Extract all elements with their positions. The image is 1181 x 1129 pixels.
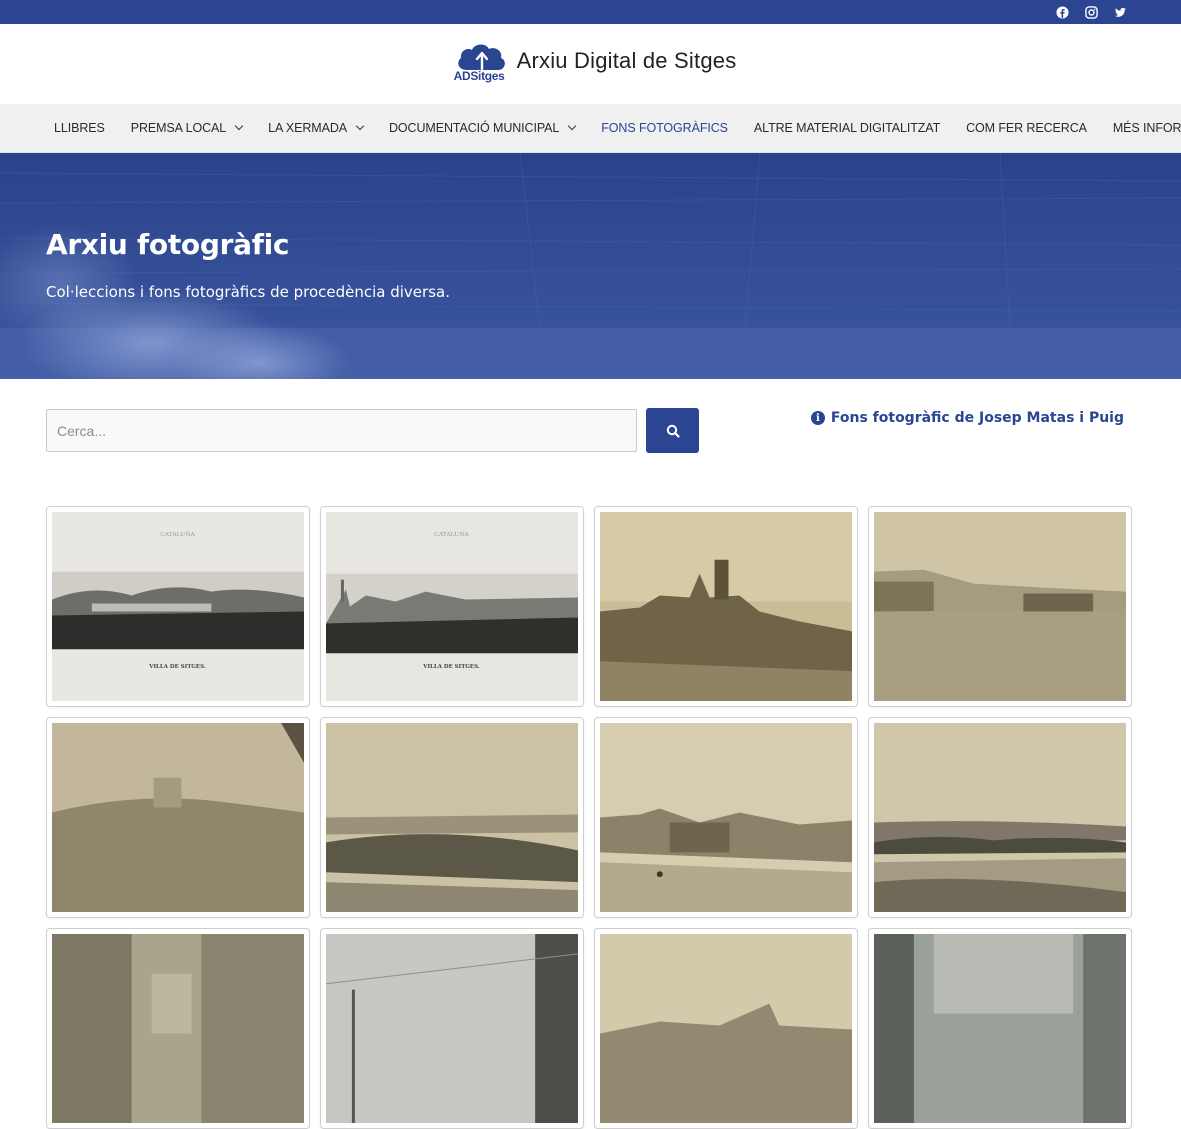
nav-item-label: LLIBRES [54, 121, 105, 135]
gallery-item[interactable] [594, 506, 858, 707]
nav-item-label: FONS FOTOGRÀFICS [601, 121, 728, 135]
chevron-down-icon [568, 121, 577, 131]
nav-item-label: MÉS INFORMACIÓ [1112, 121, 1181, 135]
twitter-icon[interactable] [1114, 6, 1127, 19]
logo-subtitle: ADSitges [453, 69, 505, 83]
gallery-item[interactable] [594, 717, 858, 918]
gallery-item[interactable] [46, 717, 310, 918]
chevron-down-icon [355, 121, 365, 131]
photo-caption: CATALUÑA [160, 530, 195, 538]
nav-item-label: LA XERMADA [268, 121, 347, 135]
photo-footer: VILLA DE SITGES. [148, 664, 206, 670]
top-bar [0, 0, 1181, 24]
main-nav: LLIBRES PREMSA LOCAL LA XERMADA DOCUMENT… [0, 104, 1181, 153]
gallery-photo [52, 723, 304, 912]
search-button[interactable] [646, 408, 699, 453]
instagram-icon[interactable] [1085, 5, 1098, 19]
photo-footer: VILLA DE SITGES. [422, 664, 480, 670]
gallery-photo [600, 512, 852, 701]
nav-item-documentacio-municipal[interactable]: DOCUMENTACIÓ MUNICIPAL [388, 121, 577, 135]
nav-item-label: ALTRE MATERIAL DIGITALITZAT [753, 121, 941, 135]
nav-item-label: PREMSA LOCAL [130, 121, 227, 135]
gallery-photo [600, 723, 852, 912]
hero-background-image [0, 153, 1181, 379]
info-icon: i [810, 411, 825, 425]
chevron-down-icon [234, 121, 244, 131]
logo-title: Arxiu Digital de Sitges [516, 48, 737, 73]
gallery-item[interactable]: CATALUÑA VILLA DE SITGES. [46, 506, 310, 707]
hero-banner: Arxiu fotogràfic Col·leccions i fons fot… [0, 153, 1181, 379]
nav-item-premsa-local[interactable]: PREMSA LOCAL [130, 121, 244, 135]
gallery-item[interactable] [868, 506, 1132, 707]
nav-item-fons-fotografics[interactable]: FONS FOTOGRÀFICS [601, 121, 728, 135]
nav-item-label: DOCUMENTACIÓ MUNICIPAL [388, 121, 560, 135]
collection-info-label: Fons fotogràfic de Josep Matas i Puig [830, 410, 1124, 426]
page-title: Arxiu fotogràfic [46, 228, 290, 261]
nav-item-com-fer-recerca[interactable]: COM FER RECERCA [966, 121, 1087, 135]
gallery-photo: CATALUÑA VILLA DE SITGES. [326, 512, 578, 701]
photo-caption: CATALUÑA [434, 530, 469, 538]
gallery-photo: CATALUÑA VILLA DE SITGES. [52, 512, 304, 701]
nav-item-label: COM FER RECERCA [966, 121, 1087, 135]
page-subtitle: Col·leccions i fons fotogràfics de proce… [46, 283, 450, 301]
facebook-icon[interactable] [1056, 5, 1069, 19]
nav-item-altre-material[interactable]: ALTRE MATERIAL DIGITALITZAT [754, 121, 940, 135]
gallery-photo [326, 723, 578, 912]
nav-item-la-xermada[interactable]: LA XERMADA [268, 121, 365, 135]
gallery-item[interactable]: CATALUÑA VILLA DE SITGES. [320, 506, 584, 707]
site-logo[interactable]: ADSitges Arxiu Digital de Sitges [453, 42, 737, 86]
site-header: ADSitges Arxiu Digital de Sitges [0, 24, 1181, 104]
gallery-photo [874, 723, 1126, 912]
gallery-photo [874, 512, 1126, 701]
nav-item-mes-informacio[interactable]: MÉS INFORMACIÓ [1113, 121, 1181, 135]
cloud-upload-icon: ADSitges [453, 42, 509, 86]
gallery-item[interactable] [868, 717, 1132, 918]
search-icon [666, 424, 680, 438]
gallery-item[interactable] [320, 717, 584, 918]
search-section: i Fons fotogràfic de Josep Matas i Puig [0, 379, 1181, 505]
photo-gallery: CATALUÑA VILLA DE SITGES. CATALUÑA VILLA… [46, 506, 1134, 1129]
nav-item-llibres[interactable]: LLIBRES [54, 121, 105, 135]
collection-info-link[interactable]: i Fons fotogràfic de Josep Matas i Puig [810, 410, 1124, 426]
search-input[interactable] [46, 409, 637, 452]
